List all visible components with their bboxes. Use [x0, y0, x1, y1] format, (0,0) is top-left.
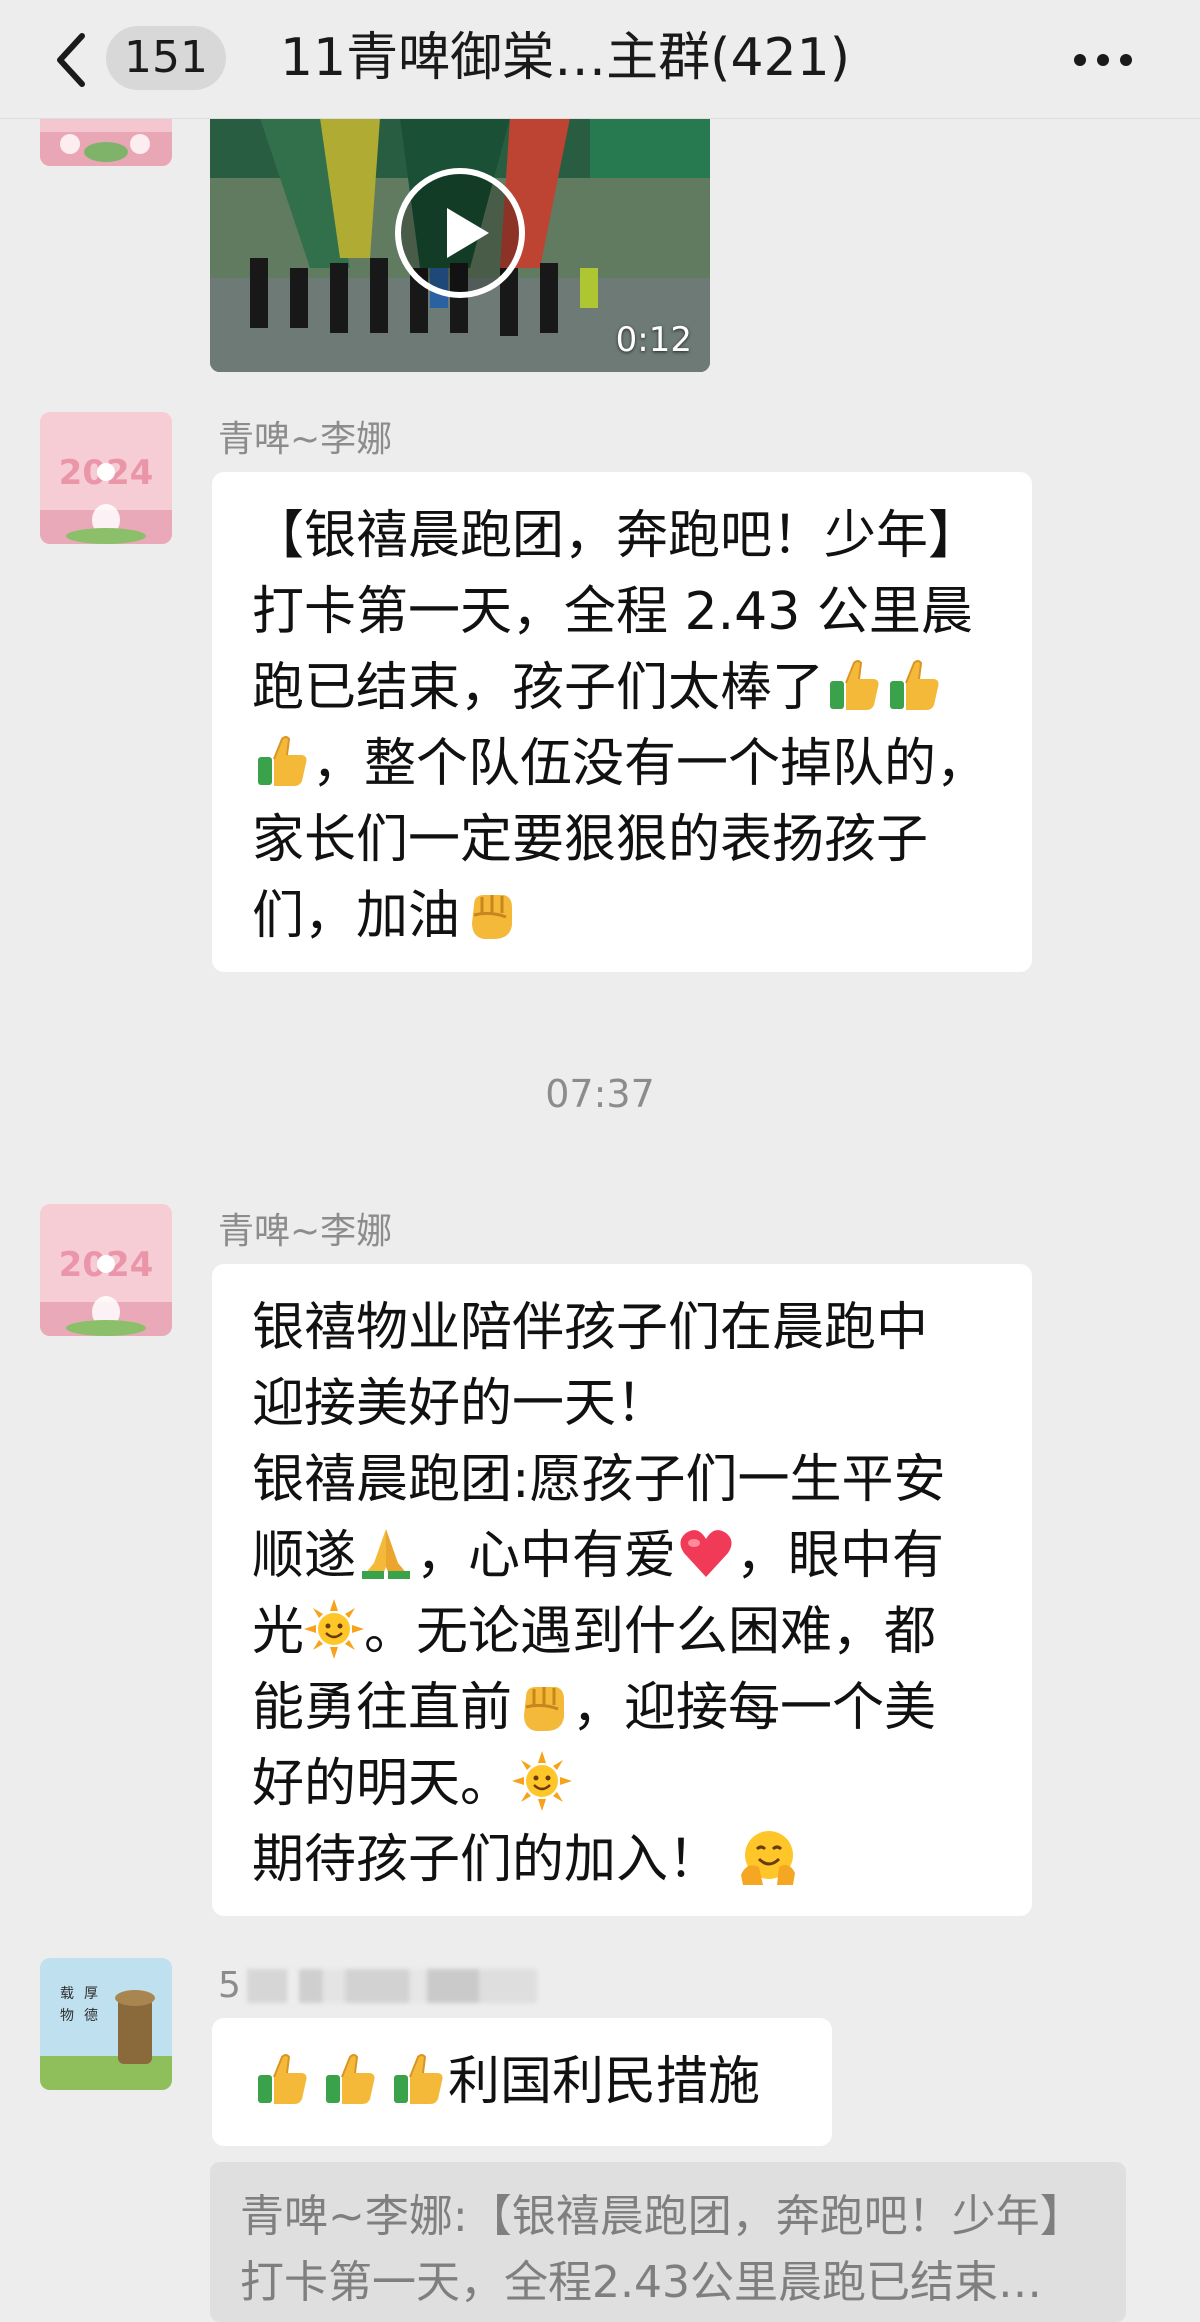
chat-timestamp: 07:37: [545, 1072, 655, 1116]
avatar-calligraphy: 载: [60, 1986, 74, 2002]
sun-emoji: [304, 1599, 364, 1659]
message-text: 打卡第一天，全程 2.43 公里晨: [252, 582, 973, 642]
message-text: ，整个队伍没有一个掉队的，: [312, 734, 989, 794]
message-text: 顺遂: [252, 1526, 357, 1586]
message-text: ，迎接每一个美: [572, 1678, 937, 1738]
thumbs-up-emoji: [388, 2049, 448, 2109]
thumbs-up-emoji: [884, 655, 944, 715]
video-message[interactable]: 0:12: [210, 118, 710, 372]
avatar-calligraphy: 德: [84, 2008, 98, 2024]
message-text: 好的明天。: [252, 1754, 513, 1814]
message-text: 期待孩子们的加入！: [252, 1830, 721, 1890]
message-text: 利国利民措施: [448, 2052, 761, 2112]
chat-title[interactable]: 11青啤御棠…主群(421): [280, 18, 920, 98]
unread-count-badge[interactable]: 151: [106, 26, 226, 90]
message-text: 【银禧晨跑团，奔跑吧！少年】: [252, 506, 981, 566]
quoted-message[interactable]: 青啤~李娜:【银禧晨跑团，奔跑吧！少年】 打卡第一天，全程2.43公里晨跑已结束…: [210, 2162, 1126, 2322]
sender-name: 5: [218, 1964, 537, 2008]
hugging-emoji: [737, 1827, 797, 1887]
message-bubble[interactable]: 银禧物业陪伴孩子们在晨跑中 迎接美好的一天！ 银禧晨跑团:愿孩子们一生平安 顺遂…: [212, 1264, 1032, 1916]
thumbs-up-emoji: [320, 2049, 380, 2109]
message-text: 迎接美好的一天！: [252, 1374, 669, 1434]
message-text: 银禧物业陪伴孩子们在晨跑中: [252, 1298, 929, 1358]
message-text: 。无论遇到什么困难，都: [364, 1602, 937, 1662]
message-text: 们，加油: [252, 886, 461, 946]
message-bubble[interactable]: 【银禧晨跑团，奔跑吧！少年】 打卡第一天，全程 2.43 公里晨 跑已结束，孩子…: [212, 472, 1032, 972]
thumbs-up-emoji: [252, 731, 312, 791]
heart-emoji: [676, 1523, 736, 1583]
thumbs-up-emoji: [824, 655, 884, 715]
avatar-calligraphy: 物: [60, 2008, 74, 2024]
chat-header: 151 11青啤御棠…主群(421): [0, 0, 1200, 119]
avatar[interactable]: 载 厚 物 德: [40, 1958, 172, 2090]
message-text: ，心中有爱: [416, 1526, 677, 1586]
avatar[interactable]: 2024: [40, 1204, 172, 1336]
fist-emoji: [460, 883, 520, 943]
avatar-calligraphy: 厚: [84, 1986, 98, 2002]
sender-name-visible: 5: [218, 1965, 241, 2006]
sender-name: 青啤~李娜: [218, 419, 393, 460]
message-text: 光: [252, 1602, 305, 1662]
message-text: ，眼中有: [736, 1526, 945, 1586]
avatar[interactable]: 2024: [40, 412, 172, 544]
message-bubble[interactable]: 利国利民措施: [212, 2018, 832, 2146]
back-arrow-icon[interactable]: [48, 30, 98, 90]
sun-emoji: [512, 1751, 572, 1811]
quoted-text: 打卡第一天，全程2.43公里晨跑已结束…: [240, 2257, 1042, 2308]
pray-emoji: [356, 1523, 416, 1583]
video-duration: 0:12: [615, 320, 692, 360]
message-text: 跑已结束，孩子们太棒了: [252, 658, 825, 718]
thumbs-up-emoji: [252, 2049, 312, 2109]
message-text: 能勇往直前: [252, 1678, 513, 1738]
sender-name: 青啤~李娜: [218, 1211, 393, 1252]
message-text: 银禧晨跑团:愿孩子们一生平安: [252, 1450, 946, 1510]
quoted-text: 青啤~李娜:【银禧晨跑团，奔跑吧！少年】: [240, 2191, 1084, 2242]
fist-emoji: [512, 1675, 572, 1735]
play-icon[interactable]: [393, 166, 527, 300]
sender-name-blurred: [246, 1969, 537, 2003]
message-text: 家长们一定要狠狠的表扬孩子: [252, 810, 929, 870]
more-dots-icon[interactable]: [1068, 40, 1138, 80]
